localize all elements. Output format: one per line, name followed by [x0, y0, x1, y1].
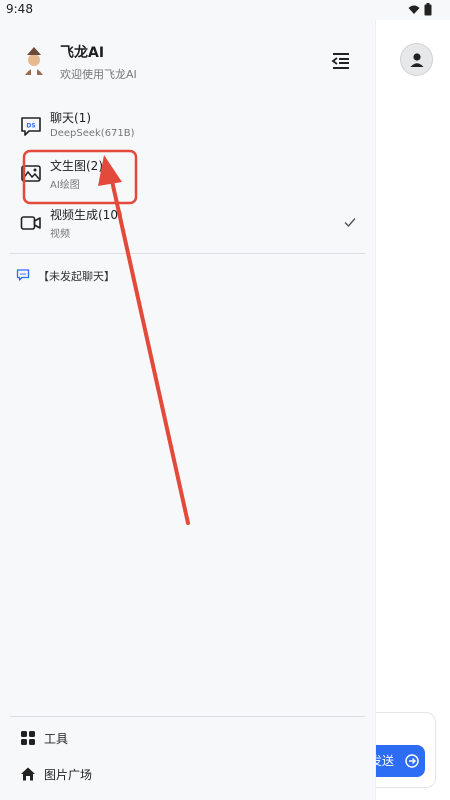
app-title: 飞龙AI: [60, 45, 105, 61]
home-icon: [21, 767, 35, 781]
footer-divider: [10, 716, 365, 717]
status-icons: [408, 3, 432, 16]
mode-subtitle: AI绘图: [50, 180, 80, 191]
mode-subtitle: 视频: [50, 229, 70, 240]
status-bar: 9:48: [0, 0, 450, 20]
grid-icon: [21, 731, 35, 745]
mode-title: 文生图(2): [50, 159, 103, 173]
chat-page-background: [376, 20, 450, 800]
wifi-icon: [408, 5, 420, 14]
footer-label: 工具: [44, 732, 69, 746]
battery-icon: [424, 3, 432, 16]
image-icon: [21, 165, 41, 182]
drawer-header: 飞龙AI 欢迎使用飞龙AI: [0, 20, 376, 100]
footer-item-image-plaza[interactable]: 图片广场: [10, 758, 365, 790]
status-time: 9:48: [6, 2, 33, 16]
app-logo: [25, 47, 43, 75]
send-icon: [405, 754, 419, 768]
mode-item-chat[interactable]: DS 聊天(1) DeepSeek(671B): [10, 103, 365, 149]
footer-item-tools[interactable]: 工具: [10, 722, 365, 754]
mode-title: 聊天(1): [50, 111, 91, 125]
chat-bubble-icon: [16, 269, 30, 281]
navigation-drawer: 飞龙AI 欢迎使用飞龙AI DS 聊天(1) DeepSeek(671B) 文生…: [0, 20, 376, 800]
video-icon: [20, 216, 41, 230]
mode-item-text-to-image[interactable]: 文生图(2) AI绘图: [10, 151, 365, 197]
app-subtitle: 欢迎使用飞龙AI: [60, 68, 137, 81]
mode-subtitle: DeepSeek(671B): [50, 128, 135, 139]
chat-ds-icon: DS: [21, 117, 41, 136]
chat-history-label: 【未发起聊天】: [38, 270, 115, 283]
check-icon: [344, 218, 356, 228]
svg-text:DS: DS: [26, 123, 35, 130]
collapse-menu-icon[interactable]: [330, 50, 352, 72]
divider: [10, 253, 365, 254]
footer-label: 图片广场: [44, 768, 93, 782]
mode-item-video[interactable]: 视频生成(10) 视频: [10, 200, 365, 246]
chat-history-item[interactable]: 【未发起聊天】: [10, 262, 365, 288]
mode-title: 视频生成(10): [50, 208, 123, 222]
user-avatar-button[interactable]: [400, 43, 433, 76]
user-icon: [410, 52, 423, 67]
